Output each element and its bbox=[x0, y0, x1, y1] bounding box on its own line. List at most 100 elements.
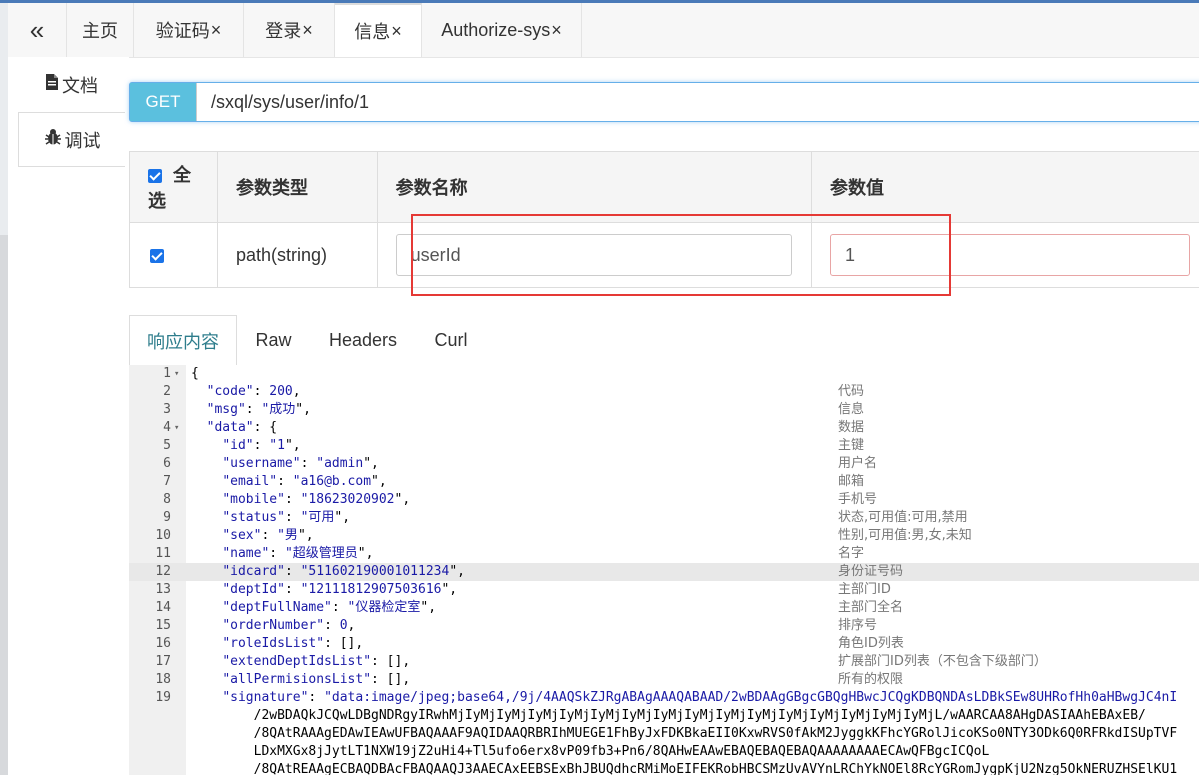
code-line: 11 "name": "超级管理员", 名字 bbox=[129, 545, 1199, 563]
code-text: "code": 200, bbox=[206, 384, 301, 399]
sidebar: 文档 调试 bbox=[8, 57, 129, 775]
code-text: "extendDeptIdsList": [], bbox=[222, 654, 411, 669]
code-text: LDxMXGx8jJytLT1NXW19jZ2uHi4+Tl5ufo6erx8v… bbox=[191, 744, 990, 759]
code-text: { bbox=[191, 366, 199, 381]
line-number: 4 bbox=[163, 420, 171, 435]
code-line: 8 "mobile": "18623020902", 手机号 bbox=[129, 491, 1199, 509]
params-header-row: 全选 参数类型 参数名称 参数值 bbox=[129, 151, 1199, 223]
bug-icon bbox=[44, 128, 62, 151]
code-text: "mobile": "18623020902", bbox=[222, 492, 411, 507]
tab-authorize-sys[interactable]: Authorize-sys × bbox=[422, 3, 582, 57]
tab-raw[interactable]: Raw bbox=[237, 315, 310, 365]
code-text: "orderNumber": 0, bbox=[222, 618, 356, 633]
line-number: 14 bbox=[155, 600, 171, 615]
tab-bar: « 主页 验证码 × 登录 × 信息 × Authorize-sys × bbox=[8, 3, 1199, 58]
fold-toggle-icon[interactable]: ▾ bbox=[174, 365, 179, 383]
sidebar-item-debug[interactable]: 调试 bbox=[18, 112, 125, 167]
code-line: 15 "orderNumber": 0, 排序号 bbox=[129, 617, 1199, 635]
field-comment: 性别,可用值:男,女,未知 bbox=[838, 528, 972, 543]
url-input[interactable] bbox=[196, 83, 1199, 121]
line-number: 8 bbox=[163, 492, 171, 507]
code-line: 19 "signature": "data:image/jpeg;base64,… bbox=[129, 689, 1199, 707]
tab-info[interactable]: 信息 × bbox=[335, 3, 422, 57]
highlight-annotation-box bbox=[411, 214, 951, 296]
code-line: 3 "msg": "成功", 信息 bbox=[129, 401, 1199, 419]
code-line: 12 "idcard": "511602190001011234", 身份证号码 bbox=[129, 563, 1199, 581]
param-value-header: 参数值 bbox=[811, 151, 1199, 223]
code-line: /2wBDAQkJCQwLDBgNDRgyIRwhMjIyMjIyMjIyMjI… bbox=[129, 707, 1199, 725]
code-text: "id": "1", bbox=[222, 438, 301, 453]
code-text: "status": "可用", bbox=[222, 510, 351, 525]
field-comment: 数据 bbox=[838, 420, 865, 435]
field-comment: 名字 bbox=[838, 546, 865, 561]
code-line: LDxMXGx8jJytLT1NXW19jZ2uHi4+Tl5ufo6erx8v… bbox=[129, 743, 1199, 761]
tab-curl[interactable]: Curl bbox=[416, 315, 486, 365]
code-line: 14 "deptFullName": "仪器检定室", 主部门全名 bbox=[129, 599, 1199, 617]
code-line: 18 "allPermisionsList": [], 所有的权限 bbox=[129, 671, 1199, 689]
tab-label: 登录 bbox=[265, 21, 302, 41]
line-number: 7 bbox=[163, 474, 171, 489]
line-number: 2 bbox=[163, 384, 171, 399]
code-text: /2wBDAQkJCQwLDBgNDRgyIRwhMjIyMjIyMjIyMjI… bbox=[191, 708, 1146, 723]
fold-toggle-icon[interactable]: ▾ bbox=[174, 419, 179, 437]
code-text: "username": "admin", bbox=[222, 456, 379, 471]
request-url-bar: GET bbox=[129, 82, 1199, 122]
tab-home[interactable]: 主页 bbox=[67, 3, 134, 57]
code-text: /8QAtRAAAgEDAwIEAwUFBAQAAAF9AQIDAAQRBRIh… bbox=[191, 726, 1178, 741]
param-type-header: 参数类型 bbox=[216, 151, 378, 223]
close-icon[interactable]: × bbox=[302, 20, 313, 41]
field-comment: 用户名 bbox=[838, 456, 878, 471]
code-text: "name": "超级管理员", bbox=[222, 546, 374, 561]
code-line: 13 "deptId": "1211181290750361­6", 主部门ID bbox=[129, 581, 1199, 599]
close-icon[interactable]: × bbox=[551, 20, 562, 41]
tab-label: 主页 bbox=[82, 21, 118, 41]
code-text: "signature": "data:image/jpeg;base64,/9j… bbox=[222, 690, 1178, 705]
close-icon[interactable]: × bbox=[211, 20, 222, 41]
field-comment: 状态,可用值:可用,禁用 bbox=[838, 510, 968, 525]
select-all-checkbox[interactable] bbox=[148, 169, 162, 184]
code-text: "sex": "男", bbox=[222, 528, 314, 543]
close-icon[interactable]: × bbox=[391, 21, 402, 42]
field-comment: 角色ID列表 bbox=[838, 636, 904, 651]
code-line: 17 "extendDeptIdsList": [], 扩展部门ID列表（不包含下… bbox=[129, 653, 1199, 671]
tab-headers[interactable]: Headers bbox=[310, 315, 416, 365]
line-number: 15 bbox=[155, 618, 171, 633]
tab-label: 信息 bbox=[354, 22, 391, 42]
collapse-tabs-button[interactable]: « bbox=[8, 3, 67, 57]
field-comment: 身份证号码 bbox=[838, 564, 904, 579]
code-line: 4 ▾ "data": {数据 bbox=[129, 419, 1199, 437]
field-comment: 代码 bbox=[838, 384, 865, 399]
select-all-header[interactable]: 全选 bbox=[129, 151, 218, 223]
line-number: 17 bbox=[155, 654, 171, 669]
field-comment: 信息 bbox=[838, 402, 865, 417]
param-select-cell bbox=[129, 222, 218, 288]
code-text: "msg": "成功", bbox=[206, 402, 311, 417]
code-line: 9 "status": "可用", 状态,可用值:可用,禁用 bbox=[129, 509, 1199, 527]
tab-captcha[interactable]: 验证码 × bbox=[134, 3, 244, 57]
document-icon bbox=[45, 74, 59, 95]
param-name-header: 参数名称 bbox=[376, 151, 813, 223]
left-edge-shade bbox=[0, 235, 8, 775]
code-line: 1 ▾ { bbox=[129, 365, 1199, 383]
line-number: 11 bbox=[155, 546, 171, 561]
field-comment: 排序号 bbox=[838, 618, 878, 633]
param-checkbox[interactable] bbox=[150, 248, 164, 263]
field-comment: 主键 bbox=[838, 438, 865, 453]
line-number: 1 bbox=[163, 366, 171, 381]
line-number: 3 bbox=[163, 402, 171, 417]
code-text: /8QAtREAAgECBAQDBAcFBAQAAQJ3AAECAxEEBSEx… bbox=[191, 762, 1178, 775]
field-comment: 主部门ID bbox=[838, 582, 891, 597]
tab-label: 验证码 bbox=[155, 21, 210, 41]
response-code-editor[interactable]: 1 ▾{2 "code": 200, 代码 3 "msg": "成功", 信息 4 ▾ "d… bbox=[129, 365, 1199, 775]
field-comment: 邮箱 bbox=[838, 474, 865, 489]
tab-response-content[interactable]: 响应内容 bbox=[129, 315, 237, 366]
http-method-badge[interactable]: GET bbox=[130, 83, 196, 121]
sidebar-item-document[interactable]: 文档 bbox=[18, 57, 125, 112]
code-text: "deptId": "1211181290750361­6", bbox=[222, 582, 458, 597]
tab-login[interactable]: 登录 × bbox=[244, 3, 335, 57]
line-number: 5 bbox=[163, 438, 171, 453]
code-text: "allPermisionsList": [], bbox=[222, 672, 411, 687]
tab-label: Authorize-sys bbox=[441, 19, 551, 40]
code-text: "roleIdsList": [], bbox=[222, 636, 364, 651]
sidebar-item-label: 调试 bbox=[64, 130, 101, 151]
